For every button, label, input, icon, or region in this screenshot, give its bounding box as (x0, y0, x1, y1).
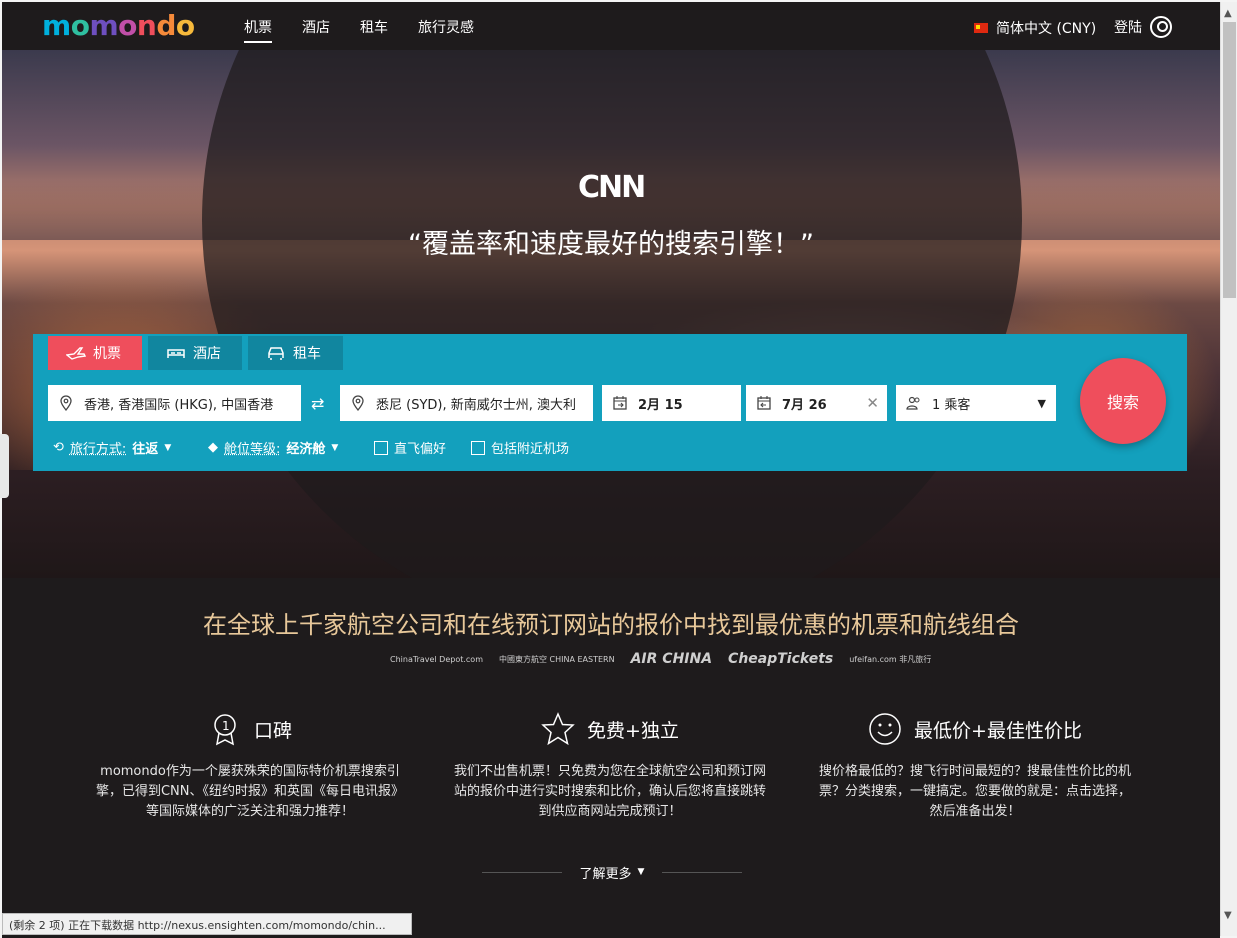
partner-logo: CheapTickets (728, 651, 834, 667)
chevron-down-icon: ▼ (331, 442, 339, 453)
return-date-field[interactable]: 7月 26 ✕ (746, 385, 887, 421)
clear-return-icon[interactable]: ✕ (866, 394, 887, 412)
tab-hotels-label: 酒店 (193, 346, 221, 362)
nav-inspiration[interactable]: 旅行灵感 (418, 17, 474, 37)
chevron-down-icon: ▼ (637, 867, 645, 877)
destination-value: 悉尼 (SYD), 新南威尔士州, 澳大利 (376, 397, 577, 413)
trip-type-value: 往返 (132, 442, 159, 457)
nav-hotels[interactable]: 酒店 (302, 17, 330, 37)
trip-type-label: 旅行方式: (69, 442, 127, 457)
partner-logos: ChinaTravel Depot.com 中國東方航空 CHINA EASTE… (390, 647, 931, 671)
plane-icon (66, 347, 86, 360)
feature-body: 我们不出售机票！只免费为您在全球航空公司和预订网站的报价中进行实时搜索和比价，确… (453, 764, 766, 819)
china-flag-icon (974, 23, 988, 33)
trip-type-selector[interactable]: ⟲ 旅行方式: 往返 ▼ (53, 438, 171, 457)
cnn-logo: CNN (578, 170, 646, 205)
passengers-value: 1 乘客 (932, 397, 971, 413)
feature-reputation: 1 口碑 momondo作为一个屡获殊荣的国际特价机票搜索引擎，已得到CNN、《… (90, 712, 410, 822)
partner-logo: ChinaTravel Depot.com (390, 654, 483, 664)
search-button[interactable]: 搜索 (1080, 358, 1166, 444)
tab-hotels[interactable]: 酒店 (148, 336, 242, 370)
award-ribbon-icon: 1 (214, 714, 236, 746)
origin-field[interactable]: 香港, 香港国际 (HKG), 中国香港 (48, 385, 301, 421)
learn-more-link[interactable]: 了解更多 ▼ (580, 863, 645, 882)
calendar-return-icon (757, 396, 771, 410)
feature-lowest-price: 最低价+最佳性价比 搜价格最低的？搜飞行时间最短的？搜最佳性价比的机票？分类搜索… (815, 712, 1135, 822)
depart-date-field[interactable]: 2月 15 (602, 385, 741, 421)
vertical-scrollbar[interactable]: ▲ ▼ (1220, 2, 1237, 936)
destination-field[interactable]: 悉尼 (SYD), 新南威尔士州, 澳大利 (340, 385, 593, 421)
nearby-airports-checkbox[interactable]: 包括附近机场 (471, 438, 569, 457)
tab-flights-label: 机票 (93, 346, 121, 362)
calendar-depart-icon (613, 396, 627, 410)
tagline: 在全球上千家航空公司和在线预订网站的报价中找到最优惠的机票和航线组合 (203, 611, 1019, 639)
passengers-icon (906, 396, 920, 410)
tab-flights[interactable]: 机票 (48, 336, 142, 370)
location-pin-icon (352, 395, 364, 411)
login-label: 登陆 (1114, 20, 1142, 36)
momondo-logo[interactable]: momondo (42, 9, 195, 42)
checkbox-icon (471, 440, 485, 455)
nearby-label: 包括附近机场 (491, 442, 570, 457)
origin-value: 香港, 香港国际 (HKG), 中国香港 (84, 397, 274, 413)
cabin-class-selector[interactable]: ◆ 舱位等级: 经济舱 ▼ (208, 438, 338, 457)
swap-icon[interactable]: ⇄ (311, 394, 324, 413)
top-navigation: momondo 机票 酒店 租车 旅行灵感 简体中文 (CNY) 登陆 (2, 2, 1220, 50)
svg-text:1: 1 (222, 719, 230, 733)
scroll-up-icon[interactable]: ▲ (1224, 8, 1232, 19)
browser-status-bar: (剩余 2 项) 正在下载数据 http://nexus.ensighten.c… (2, 913, 412, 935)
passengers-field[interactable]: 1 乘客 ▼ (896, 385, 1056, 421)
learn-more-label: 了解更多 (579, 866, 632, 882)
bed-icon (167, 349, 185, 358)
scroll-down-icon[interactable]: ▼ (1224, 910, 1232, 921)
user-icon (1150, 16, 1172, 38)
learn-more: 了解更多 ▼ (472, 862, 752, 882)
partner-logo: AIR CHINA (630, 651, 713, 667)
feature-title: 口碑 (253, 719, 292, 742)
direct-flights-checkbox[interactable]: 直飞偏好 (374, 438, 446, 457)
hero-quote: “覆盖率和速度最好的搜索引擎！” (408, 229, 814, 260)
language-label: 简体中文 (CNY) (996, 21, 1097, 37)
feature-body: 搜价格最低的？搜飞行时间最短的？搜最佳性价比的机票？分类搜索，一键搞定。您要做的… (818, 764, 1131, 819)
partner-logo: ufeifan.com 非凡旅行 (849, 654, 932, 664)
feature-title: 最低价+最佳性价比 (914, 719, 1082, 742)
return-date-value: 7月 26 (782, 397, 827, 413)
search-panel: 机票 酒店 租车 香港, 香港国际 (HKG), 中国香港 ⇄ 悉尼 (SYD)… (33, 334, 1187, 471)
chevron-down-icon: ▼ (1037, 396, 1046, 410)
language-selector[interactable]: 简体中文 (CNY) (974, 18, 1096, 38)
direct-label: 直飞偏好 (394, 442, 447, 457)
nav-cars[interactable]: 租车 (360, 17, 388, 37)
round-trip-icon: ⟲ (53, 440, 64, 455)
star-icon (541, 712, 575, 746)
car-icon (268, 347, 284, 360)
nav-flights[interactable]: 机票 (244, 17, 272, 43)
cabin-value: 经济舱 (286, 442, 326, 457)
tab-cars-label: 租车 (293, 346, 321, 362)
divider (481, 871, 562, 873)
side-panel-handle[interactable] (0, 434, 9, 498)
depart-date-value: 2月 15 (638, 397, 683, 413)
hero-quote-circle (202, 50, 1022, 578)
feature-body: momondo作为一个屡获殊荣的国际特价机票搜索引擎，已得到CNN、《纽约时报》… (95, 764, 405, 819)
cabin-label: 舱位等级: (224, 442, 281, 457)
partner-logo: 中國東方航空 CHINA EASTERN (499, 654, 615, 664)
chevron-down-icon: ▼ (164, 442, 172, 453)
smiley-icon (869, 713, 901, 745)
scroll-thumb[interactable] (1223, 22, 1236, 298)
divider (662, 871, 743, 873)
login-button[interactable]: 登陆 (1114, 16, 1172, 38)
feature-free-independent: 免费+独立 我们不出售机票！只免费为您在全球航空公司和预订网站的报价中进行实时搜… (450, 712, 770, 822)
tag-icon: ◆ (208, 440, 218, 455)
browser-page: momondo 机票 酒店 租车 旅行灵感 简体中文 (CNY) 登陆 CNN … (2, 2, 1220, 938)
location-pin-icon (60, 395, 72, 411)
checkbox-icon (374, 440, 388, 455)
feature-title: 免费+独立 (587, 719, 679, 742)
tab-cars[interactable]: 租车 (248, 336, 343, 370)
hero-banner: CNN “覆盖率和速度最好的搜索引擎！” (2, 50, 1220, 578)
